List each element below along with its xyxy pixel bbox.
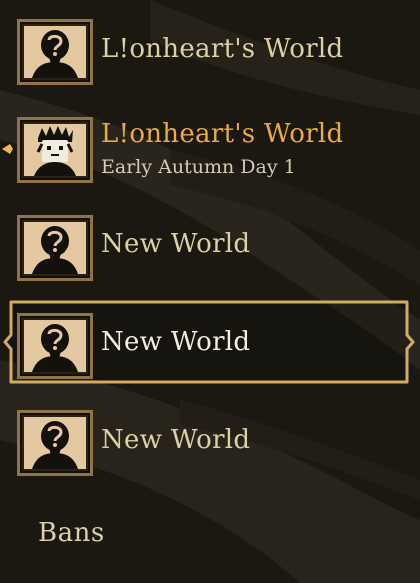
unknown-character-icon bbox=[32, 226, 78, 274]
world-name: L!onheart's World bbox=[101, 34, 344, 64]
world-portrait-frame bbox=[17, 313, 93, 379]
world-name: New World bbox=[101, 425, 251, 455]
bans-button[interactable]: Bans bbox=[38, 518, 105, 548]
unknown-character-icon bbox=[32, 30, 78, 78]
world-slot-2[interactable]: L!onheart's World Early Autumn Day 1 bbox=[0, 115, 420, 187]
world-portrait-frame bbox=[17, 19, 93, 85]
world-name: New World bbox=[101, 229, 251, 259]
world-slot-4[interactable]: New World bbox=[0, 311, 420, 381]
active-slot-marker-icon bbox=[2, 144, 13, 154]
world-slot-1[interactable]: L!onheart's World bbox=[0, 17, 420, 87]
world-name: New World bbox=[101, 327, 251, 357]
world-portrait-frame bbox=[17, 117, 93, 183]
world-season-day: Early Autumn Day 1 bbox=[101, 156, 296, 178]
world-name: L!onheart's World bbox=[101, 119, 344, 149]
world-slot-5[interactable]: New World bbox=[0, 408, 420, 478]
unknown-character-icon bbox=[32, 421, 78, 469]
world-slot-3[interactable]: New World bbox=[0, 213, 420, 283]
world-portrait-frame bbox=[17, 215, 93, 281]
world-portrait-frame bbox=[17, 410, 93, 476]
background bbox=[0, 0, 420, 583]
wilson-character-icon bbox=[34, 126, 76, 176]
unknown-character-icon bbox=[32, 324, 78, 372]
